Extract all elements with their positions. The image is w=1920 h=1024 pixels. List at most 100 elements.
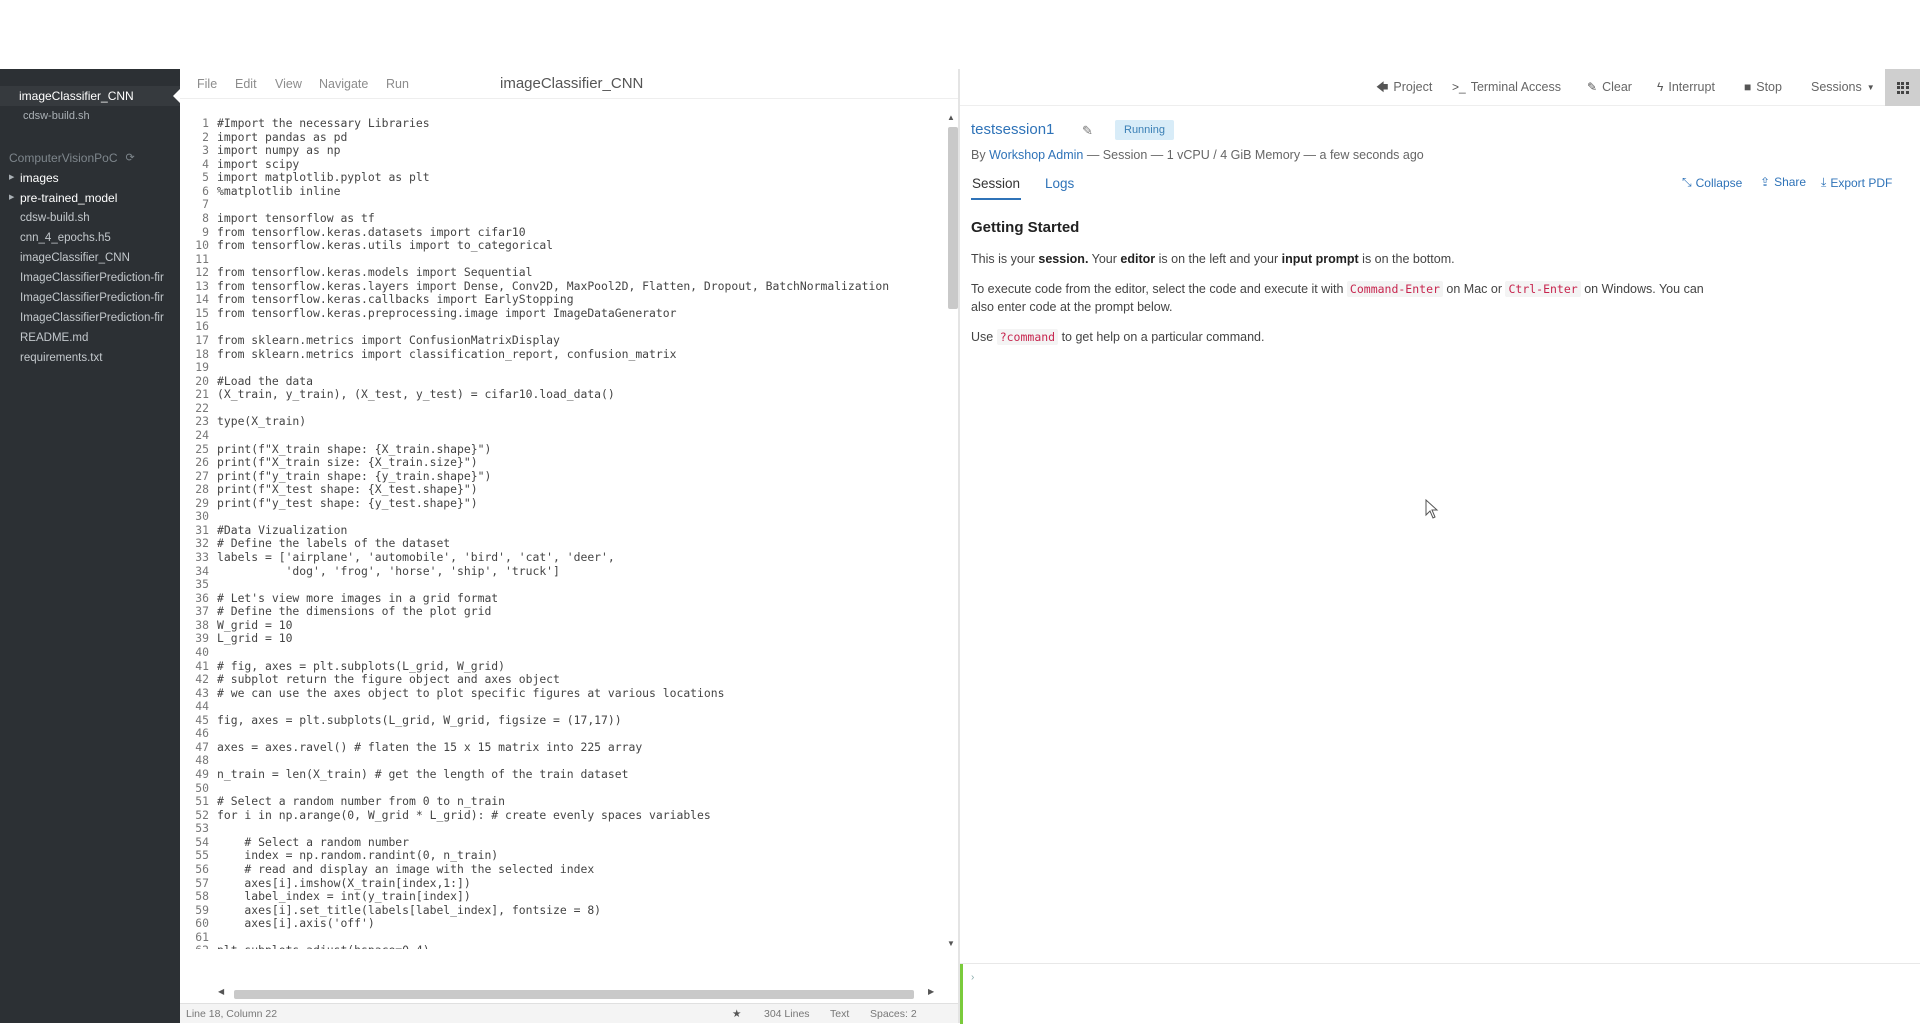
code-line[interactable]: 62plt.subplots_adjust(hspace=0.4) bbox=[180, 944, 940, 949]
code-line[interactable]: 15 from tensorflow.keras.preprocessing.im… bbox=[180, 306, 940, 321]
menu-view[interactable]: View bbox=[275, 69, 302, 99]
code-line[interactable]: 7 bbox=[180, 198, 940, 212]
refresh-icon[interactable]: ⟳ bbox=[126, 148, 135, 168]
menu-edit[interactable]: Edit bbox=[235, 69, 257, 99]
code-line[interactable]: 21 (X_train, y_train), (X_test, y_test) =… bbox=[180, 388, 940, 402]
code-line[interactable]: 42 # subplot return the figure object and… bbox=[180, 672, 940, 687]
code-line[interactable]: 29 print(f"y_test shape: {y_test.shape}") bbox=[180, 496, 940, 511]
code-line[interactable]: 13 from tensorflow.keras.layers import De… bbox=[180, 279, 940, 294]
code-line[interactable]: 51 # Select a random number from 0 to n_t… bbox=[180, 795, 940, 809]
code-line[interactable]: 28 print(f"X_test shape: {X_test.shape}") bbox=[180, 483, 940, 497]
code-line[interactable]: 58 label_index = int(y_train[index]) bbox=[180, 889, 940, 904]
code-line[interactable]: 37 # Define the dimensions of the plot gr… bbox=[180, 605, 940, 619]
file-item[interactable]: ImageClassifierPrediction-fir bbox=[0, 308, 180, 328]
code-line[interactable]: 33 labels = ['airplane', 'automobile', 'b… bbox=[180, 550, 940, 565]
code-line[interactable]: 6 %matplotlib inline bbox=[180, 184, 940, 199]
menu-file[interactable]: File bbox=[197, 69, 217, 99]
code-line[interactable]: 2 import pandas as pd bbox=[180, 130, 940, 145]
collapse-button[interactable]: ⤡ Collapse bbox=[1682, 175, 1742, 190]
code-line[interactable]: 39 L_grid = 10 bbox=[180, 632, 940, 646]
code-line[interactable]: 46 bbox=[180, 727, 940, 741]
edit-icon[interactable]: ✎ bbox=[1082, 123, 1093, 139]
code-line[interactable]: 43 # we can use the axes object to plot s… bbox=[180, 686, 940, 701]
code-line[interactable]: 52 for i in np.arange(0, W_grid * L_grid)… bbox=[180, 808, 940, 823]
file-item[interactable]: cdsw-build.sh bbox=[0, 208, 180, 228]
code-line[interactable]: 25 print(f"X_train shape: {X_train.shape}… bbox=[180, 442, 940, 457]
scroll-down-icon[interactable]: ▼ bbox=[947, 939, 955, 948]
clear-button[interactable]: ✎ Clear bbox=[1587, 69, 1632, 106]
code-line[interactable]: 41 # fig, axes = plt.subplots(L_grid, W_g… bbox=[180, 659, 940, 674]
code-line[interactable]: 47 axes = axes.ravel() # flaten the 15 x … bbox=[180, 740, 940, 755]
code-area[interactable]: 1 #Import the necessary Libraries 2 import … bbox=[180, 117, 940, 949]
file-item[interactable]: requirements.txt bbox=[0, 348, 180, 368]
code-line[interactable]: 50 bbox=[180, 781, 940, 796]
code-line[interactable]: 4 import scipy bbox=[180, 157, 940, 172]
horizontal-scrollbar[interactable]: ◀ ▶ bbox=[180, 987, 940, 1001]
interrupt-button[interactable]: ϟ Interrupt bbox=[1657, 69, 1715, 106]
tab-session[interactable]: Session bbox=[971, 174, 1022, 200]
file-item[interactable]: cnn_4_epochs.h5 bbox=[0, 228, 180, 248]
scroll-thumb[interactable] bbox=[948, 127, 958, 309]
terminal-access-button[interactable]: >_ Terminal Access bbox=[1452, 69, 1561, 106]
code-line[interactable]: 48 bbox=[180, 754, 940, 768]
code-line[interactable]: 18 from sklearn.metrics import classifica… bbox=[180, 347, 940, 362]
code-line[interactable]: 53 bbox=[180, 822, 940, 836]
code-line[interactable]: 45 fig, axes = plt.subplots(L_grid, W_gri… bbox=[180, 713, 940, 728]
scroll-up-icon[interactable]: ▲ bbox=[947, 113, 955, 122]
mode-label[interactable]: Text bbox=[830, 1004, 849, 1024]
code-line[interactable]: 16 bbox=[180, 320, 940, 334]
code-line[interactable]: 14 from tensorflow.keras.callbacks import… bbox=[180, 293, 940, 307]
code-line[interactable]: 38 W_grid = 10 bbox=[180, 618, 940, 633]
sessions-dropdown[interactable]: Sessions ▼ bbox=[1811, 69, 1875, 106]
scroll-left-icon[interactable]: ◀ bbox=[218, 987, 224, 996]
star-icon[interactable]: ★ bbox=[732, 1004, 741, 1024]
code-line[interactable]: 26 print(f"X_train size: {X_train.size}") bbox=[180, 455, 940, 470]
project-header[interactable]: ComputerVisionPoC ⟳ bbox=[0, 148, 180, 168]
code-line[interactable]: 31 #Data Vizualization bbox=[180, 523, 940, 538]
code-line[interactable]: 19 bbox=[180, 361, 940, 375]
apps-grid-button[interactable] bbox=[1885, 69, 1920, 106]
project-button[interactable]: 🡄 Project bbox=[1376, 69, 1432, 106]
code-line[interactable]: 60 axes[i].axis('off') bbox=[180, 917, 940, 931]
code-line[interactable]: 56 # read and display an image with the … bbox=[180, 862, 940, 877]
scroll-right-icon[interactable]: ▶ bbox=[928, 987, 934, 996]
file-item[interactable]: README.md bbox=[0, 328, 180, 348]
file-item[interactable]: ImageClassifierPrediction-fir bbox=[0, 268, 180, 288]
code-line[interactable]: 22 bbox=[180, 401, 940, 416]
menu-run[interactable]: Run bbox=[386, 69, 409, 99]
folder-images[interactable]: ▶ images bbox=[0, 168, 180, 188]
menu-navigate[interactable]: Navigate bbox=[319, 69, 368, 99]
code-line[interactable]: 11 bbox=[180, 252, 940, 267]
code-line[interactable]: 49 n_train = len(X_train) # get the lengt… bbox=[180, 767, 940, 782]
folder-pre-trained-model[interactable]: ▶ pre-trained_model bbox=[0, 188, 180, 208]
code-line[interactable]: 40 bbox=[180, 645, 940, 660]
file-item[interactable]: ImageClassifierPrediction-fir bbox=[0, 288, 180, 308]
code-line[interactable]: 8 import tensorflow as tf bbox=[180, 211, 940, 226]
user-link[interactable]: Workshop Admin bbox=[989, 148, 1083, 162]
code-line[interactable]: 24 bbox=[180, 428, 940, 443]
code-line[interactable]: 32 # Define the labels of the dataset bbox=[180, 537, 940, 551]
indent-label[interactable]: Spaces: 2 bbox=[870, 1004, 917, 1024]
code-line[interactable]: 27 print(f"y_train shape: {y_train.shape}… bbox=[180, 469, 940, 484]
code-line[interactable]: 61 bbox=[180, 930, 940, 945]
code-line[interactable]: 23 type(X_train) bbox=[180, 415, 940, 429]
export-pdf-button[interactable]: ⤓ Export PDF bbox=[1821, 175, 1892, 190]
code-line[interactable]: 36 # Let's view more images in a grid for… bbox=[180, 591, 940, 606]
session-title[interactable]: testsession1 bbox=[971, 121, 1054, 138]
open-file-cdsw-build[interactable]: cdsw-build.sh bbox=[0, 106, 180, 126]
open-file-imageclassifier-cnn[interactable]: imageClassifier_CNN bbox=[0, 86, 180, 106]
code-line[interactable]: 17 from sklearn.metrics import ConfusionM… bbox=[180, 333, 940, 348]
code-line[interactable]: 9 from tensorflow.keras.datasets import c… bbox=[180, 225, 940, 240]
code-line[interactable]: 10 from tensorflow.keras.utils import to_… bbox=[180, 238, 940, 253]
vertical-scrollbar[interactable]: ▲ ▼ bbox=[944, 113, 958, 955]
code-line[interactable]: 1 #Import the necessary Libraries bbox=[180, 117, 940, 131]
code-line[interactable]: 54 # Select a random number bbox=[180, 835, 940, 850]
tab-logs[interactable]: Logs bbox=[1045, 174, 1074, 200]
file-item[interactable]: imageClassifier_CNN bbox=[0, 248, 180, 268]
code-line[interactable]: 5 import matplotlib.pyplot as plt bbox=[180, 171, 940, 185]
stop-button[interactable]: ■ Stop bbox=[1744, 69, 1782, 106]
code-line[interactable]: 12 from tensorflow.keras.models import Se… bbox=[180, 266, 940, 280]
code-line[interactable]: 20 #Load the data bbox=[180, 374, 940, 389]
share-button[interactable]: ⇪ Share bbox=[1760, 175, 1806, 189]
input-prompt[interactable]: › bbox=[960, 963, 1920, 1024]
